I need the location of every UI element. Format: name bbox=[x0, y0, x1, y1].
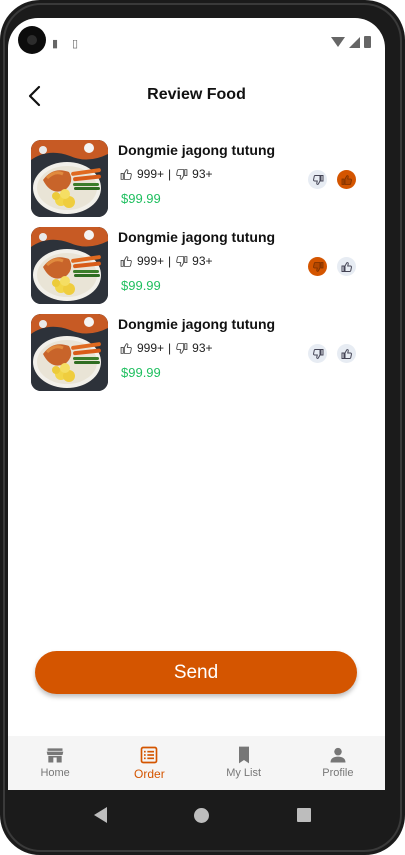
nav-order[interactable]: Order bbox=[102, 736, 196, 790]
nav-label: My List bbox=[226, 767, 262, 779]
app-header: Review Food bbox=[8, 76, 385, 116]
dislike-button[interactable] bbox=[308, 344, 327, 363]
rating-stats: 999+ | 93+ bbox=[120, 167, 213, 181]
phone-frame: ▮ ▯ Review Food Dongmie jagong tutung 99… bbox=[0, 0, 405, 855]
order-list-icon bbox=[141, 746, 158, 764]
thumbs-up-icon bbox=[341, 348, 352, 359]
food-image bbox=[31, 314, 108, 391]
nav-label: Order bbox=[134, 767, 165, 781]
front-camera bbox=[18, 26, 46, 54]
system-recents-icon[interactable] bbox=[297, 808, 312, 822]
like-button[interactable] bbox=[337, 344, 356, 363]
status-icons bbox=[331, 36, 371, 48]
like-button[interactable] bbox=[337, 170, 356, 189]
system-back-icon[interactable] bbox=[93, 807, 107, 823]
thumbs-down-icon bbox=[176, 342, 188, 354]
thumbs-down-icon bbox=[312, 261, 323, 272]
nav-profile[interactable]: Profile bbox=[291, 736, 385, 790]
like-button[interactable] bbox=[337, 257, 356, 276]
food-name: Dongmie jagong tutung bbox=[118, 142, 276, 158]
thumbs-down-icon bbox=[312, 348, 323, 359]
food-name: Dongmie jagong tutung bbox=[118, 316, 276, 332]
bottom-navigation: Home Order My List Profile bbox=[8, 736, 385, 790]
nav-label: Home bbox=[40, 767, 70, 779]
food-image bbox=[31, 227, 108, 304]
like-count: 999+ bbox=[137, 341, 165, 355]
system-navigation-bar bbox=[0, 790, 405, 840]
storage-icon: ▯ bbox=[72, 38, 79, 50]
dislike-count: 93+ bbox=[192, 254, 213, 268]
dislike-button[interactable] bbox=[308, 257, 327, 276]
signal-icon bbox=[349, 36, 360, 48]
list-item: Dongmie jagong tutung 999+ | 93+ $99.99 bbox=[8, 140, 385, 218]
food-name: Dongmie jagong tutung bbox=[118, 229, 276, 245]
store-icon bbox=[46, 748, 64, 763]
nav-my-list[interactable]: My List bbox=[197, 736, 291, 790]
send-button[interactable]: Send bbox=[35, 651, 357, 694]
stats-separator: | bbox=[168, 167, 172, 181]
thumbs-up-icon bbox=[120, 168, 132, 180]
nav-home[interactable]: Home bbox=[8, 736, 102, 790]
list-item: Dongmie jagong tutung 999+ | 93+ $99.99 bbox=[8, 314, 385, 392]
like-count: 999+ bbox=[137, 254, 165, 268]
sd-card-icon: ▮ bbox=[52, 38, 59, 50]
status-bar: ▮ ▯ bbox=[8, 18, 385, 62]
thumbs-up-icon bbox=[341, 174, 352, 185]
stats-separator: | bbox=[168, 341, 172, 355]
food-image bbox=[31, 140, 108, 217]
system-home-icon[interactable] bbox=[194, 807, 210, 823]
thumbs-down-icon bbox=[312, 174, 323, 185]
thumbs-up-icon bbox=[341, 261, 352, 272]
like-count: 999+ bbox=[137, 167, 165, 181]
thumbs-up-icon bbox=[120, 342, 132, 354]
rating-stats: 999+ | 93+ bbox=[120, 254, 213, 268]
app-screen: ▮ ▯ Review Food Dongmie jagong tutung 99… bbox=[8, 18, 385, 790]
thumbs-down-icon bbox=[176, 168, 188, 180]
stats-separator: | bbox=[168, 254, 172, 268]
price: $99.99 bbox=[121, 191, 161, 206]
thumbs-down-icon bbox=[176, 255, 188, 267]
price: $99.99 bbox=[121, 365, 161, 380]
dislike-count: 93+ bbox=[192, 341, 213, 355]
price: $99.99 bbox=[121, 278, 161, 293]
bookmark-icon bbox=[238, 746, 249, 764]
nav-label: Profile bbox=[322, 767, 354, 779]
thumbs-up-icon bbox=[120, 255, 132, 267]
wifi-icon bbox=[331, 37, 345, 47]
person-icon bbox=[330, 747, 346, 763]
dislike-count: 93+ bbox=[192, 167, 213, 181]
page-title: Review Food bbox=[147, 86, 246, 103]
battery-icon bbox=[364, 36, 371, 48]
list-item: Dongmie jagong tutung 999+ | 93+ $99.99 bbox=[8, 227, 385, 305]
dislike-button[interactable] bbox=[308, 170, 327, 189]
rating-stats: 999+ | 93+ bbox=[120, 341, 213, 355]
